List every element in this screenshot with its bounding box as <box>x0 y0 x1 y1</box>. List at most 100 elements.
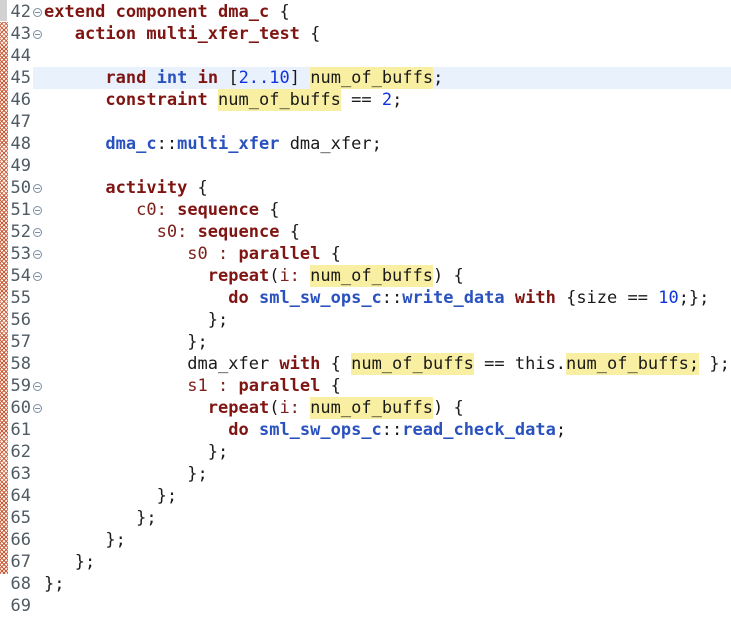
code-line[interactable]: 61 do sml_sw_ops_c::read_check_data; <box>0 419 731 441</box>
code-line[interactable]: 60 repeat(i: num_of_buffs) { <box>0 397 731 419</box>
token-plain: }; <box>207 442 229 462</box>
fold-column <box>31 485 44 507</box>
code-text: }; <box>44 309 731 331</box>
code-line[interactable]: 59 s1 : parallel { <box>0 375 731 397</box>
code-line[interactable]: 52 s0: sequence { <box>0 221 731 243</box>
fold-column <box>31 177 44 199</box>
code-line[interactable]: 65 }; <box>0 507 731 529</box>
code-line[interactable]: 45 rand int in [2..10] num_of_buffs; <box>0 67 731 89</box>
code-line[interactable]: 48 dma_c::multi_xfer dma_xfer; <box>0 133 731 155</box>
code-line[interactable]: 54 repeat(i: num_of_buffs) { <box>0 265 731 287</box>
code-line[interactable]: 47 <box>0 111 731 133</box>
fold-collapse-icon[interactable] <box>33 271 42 281</box>
token-plain: ) { <box>433 266 464 286</box>
fold-collapse-icon[interactable] <box>33 7 42 17</box>
token-type: sml_sw_ops_c <box>258 288 382 308</box>
token-plain: { <box>279 222 300 242</box>
fold-column <box>31 199 44 221</box>
code-line[interactable]: 66 }; <box>0 529 731 551</box>
code-line[interactable]: 58 dma_xfer with { num_of_buffs == this.… <box>0 353 731 375</box>
fold-column <box>31 45 44 67</box>
fold-column <box>31 595 44 617</box>
code-line[interactable]: 42 extend component dma_c { <box>0 1 731 23</box>
code-line[interactable]: 67 }; <box>0 551 731 573</box>
code-line[interactable]: 44 <box>0 45 731 67</box>
line-number: 66 <box>10 530 31 550</box>
token-plain: [ <box>218 68 239 88</box>
token-kw: repeat <box>207 398 270 418</box>
token-plain: }; <box>207 310 229 330</box>
code-line[interactable]: 53 s0 : parallel { <box>0 243 731 265</box>
token-kw: in <box>197 68 219 88</box>
token-plain: ; <box>433 68 444 88</box>
fold-column <box>31 155 44 177</box>
token-plain: ( <box>269 266 280 286</box>
line-number: 67 <box>10 552 31 572</box>
token-type: write_data <box>402 288 505 308</box>
token-kw: rand <box>105 68 147 88</box>
fold-column <box>31 419 44 441</box>
line-number: 48 <box>10 134 31 154</box>
token-kw: dma_c <box>218 2 270 22</box>
code-line[interactable]: 55 do sml_sw_ops_c::write_data with {siz… <box>0 287 731 309</box>
line-number: 44 <box>10 46 31 66</box>
token-plain: }; <box>44 574 65 594</box>
line-number: 49 <box>10 156 31 176</box>
code-line[interactable]: 50 activity { <box>0 177 731 199</box>
fold-collapse-icon[interactable] <box>33 227 42 237</box>
token-type: dma_c <box>105 134 157 154</box>
code-line[interactable]: 68}; <box>0 573 731 595</box>
token-kw: with <box>514 288 556 308</box>
code-line[interactable]: 46 constraint num_of_buffs == 2; <box>0 89 731 111</box>
line-number: 55 <box>10 288 31 308</box>
line-number: 54 <box>10 266 31 286</box>
code-editor[interactable]: 42 extend component dma_c {43 action mult… <box>0 0 731 618</box>
token-type: int <box>156 68 188 88</box>
token-kw: do <box>228 288 249 308</box>
code-line[interactable]: 49 <box>0 155 731 177</box>
token-plain: == <box>340 90 382 110</box>
code-text: s1 : parallel { <box>44 375 731 397</box>
fold-collapse-icon[interactable] <box>33 381 42 391</box>
fold-column <box>31 243 44 265</box>
code-line[interactable]: 69 <box>0 595 731 617</box>
token-num: 2 <box>381 90 393 110</box>
token-plain: == this. <box>473 354 567 374</box>
code-text: }; <box>44 529 731 551</box>
line-number: 69 <box>10 596 31 616</box>
code-text: do sml_sw_ops_c::write_data with {size =… <box>44 287 731 309</box>
line-number: 65 <box>10 508 31 528</box>
line-number: 50 <box>10 178 31 198</box>
token-kw: parallel <box>238 376 321 396</box>
fold-collapse-icon[interactable] <box>33 183 42 193</box>
code-line[interactable]: 63 }; <box>0 463 731 485</box>
fold-collapse-icon[interactable] <box>33 403 42 413</box>
line-number: 60 <box>10 398 31 418</box>
code-line[interactable]: 56 }; <box>0 309 731 331</box>
line-number: 52 <box>10 222 31 242</box>
token-hl: num_of_buffs <box>310 398 433 418</box>
token-kw: parallel <box>238 244 321 264</box>
fold-collapse-icon[interactable] <box>33 29 42 39</box>
code-line[interactable]: 57 }; <box>0 331 731 353</box>
token-label: i: <box>279 398 300 418</box>
line-number: 51 <box>10 200 31 220</box>
token-label: c0: <box>136 200 167 220</box>
fold-collapse-icon[interactable] <box>33 249 42 259</box>
code-line[interactable]: 51 c0: sequence { <box>0 199 731 221</box>
code-line[interactable]: 64 }; <box>0 485 731 507</box>
fold-collapse-icon[interactable] <box>33 205 42 215</box>
code-text: }; <box>44 441 731 463</box>
line-number: 45 <box>10 68 31 88</box>
fold-column <box>31 441 44 463</box>
token-plain: { <box>258 200 280 220</box>
token-hl: num_of_buffs; <box>566 354 700 374</box>
line-number: 56 <box>10 310 31 330</box>
code-line[interactable]: 62 }; <box>0 441 731 463</box>
code-line[interactable]: 43 action multi_xfer_test { <box>0 23 731 45</box>
